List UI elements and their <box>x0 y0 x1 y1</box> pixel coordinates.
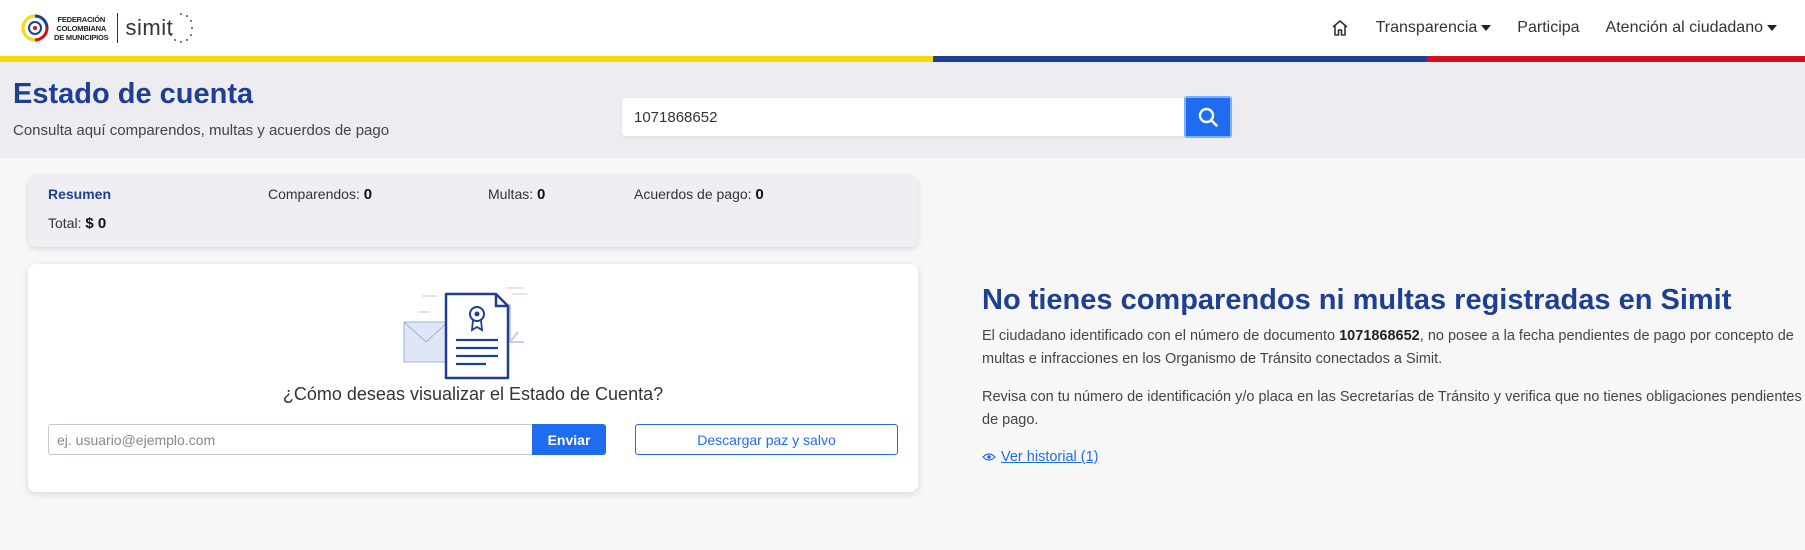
search-input[interactable] <box>622 98 1184 136</box>
verify-hint: Revisa con tu número de identificación y… <box>982 389 1802 428</box>
page-title: Estado de cuenta <box>13 78 254 110</box>
multas-value: 0 <box>537 186 546 203</box>
nav-label: Transparencia <box>1375 19 1478 36</box>
nav-atencion-ciudadano[interactable]: Atención al ciudadano <box>1606 19 1777 37</box>
total-label: Total: <box>48 215 82 231</box>
summary-card: Resumen Comparendos: 0 Multas: 0 Acuerdo… <box>28 175 918 247</box>
account-statement-card: ¿Cómo deseas visualizar el Estado de Cue… <box>28 264 918 492</box>
summary-acuerdos: Acuerdos de pago: 0 <box>634 186 764 203</box>
logo-divider <box>116 13 118 43</box>
view-history-label: Ver historial (1) <box>1001 449 1099 465</box>
no-fines-description: El ciudadano identificado con el número … <box>982 325 1802 371</box>
view-history-link[interactable]: Ver historial (1) <box>982 449 1099 465</box>
simit-logo-text: simit <box>125 15 174 40</box>
eye-icon <box>982 453 996 461</box>
logo[interactable]: FEDERACIÓN COLOMBIANA DE MUNICIPIOS simi… <box>20 8 195 48</box>
search-icon <box>1198 107 1218 127</box>
acuerdos-label: Acuerdos de pago: <box>634 186 752 202</box>
home-icon[interactable] <box>1330 18 1350 38</box>
nav-participa[interactable]: Participa <box>1517 19 1579 37</box>
search-button[interactable] <box>1184 96 1232 138</box>
caret-down-icon <box>1767 25 1777 31</box>
search-bar <box>622 96 1232 138</box>
main-nav: Transparencia Participa Atención al ciud… <box>1330 14 1777 42</box>
document-certificate-icon <box>403 287 528 380</box>
page-header-band: Estado de cuenta Consulta aquí comparend… <box>0 62 1805 158</box>
top-navbar: FEDERACIÓN COLOMBIANA DE MUNICIPIOS simi… <box>0 0 1805 56</box>
nav-label: Atención al ciudadano <box>1605 19 1763 36</box>
total-value: $ 0 <box>85 215 107 232</box>
no-fines-title: No tienes comparendos ni multas registra… <box>982 284 1732 316</box>
view-statement-question: ¿Cómo deseas visualizar el Estado de Cue… <box>282 384 664 404</box>
caret-down-icon <box>1481 25 1492 31</box>
download-paz-y-salvo-button[interactable]: Descargar paz y salvo <box>635 424 898 455</box>
summary-title: Resumen <box>48 186 112 202</box>
summary-comparendos: Comparendos: 0 <box>268 186 372 203</box>
page-subtitle: Consulta aquí comparendos, multas y acue… <box>13 122 390 139</box>
comparendos-value: 0 <box>363 186 373 203</box>
nav-transparencia[interactable]: Transparencia <box>1376 19 1492 37</box>
fcm-logo-text: FEDERACIÓN COLOMBIANA DE MUNICIPIOS <box>54 14 109 42</box>
summary-total: Total: $ 0 <box>48 215 106 232</box>
summary-multas: Multas: 0 <box>488 186 545 203</box>
email-input[interactable] <box>48 424 534 455</box>
multas-label: Multas: <box>488 186 534 202</box>
comparendos-label: Comparendos: <box>268 186 360 202</box>
desc-text: El ciudadano identificado con el número … <box>982 328 1340 344</box>
document-number: 1071868652 <box>1339 328 1420 344</box>
acuerdos-value: 0 <box>755 186 764 203</box>
fcm-logo-icon <box>21 14 49 42</box>
send-button[interactable]: Enviar <box>532 424 606 455</box>
nav-label: Participa <box>1517 19 1580 36</box>
